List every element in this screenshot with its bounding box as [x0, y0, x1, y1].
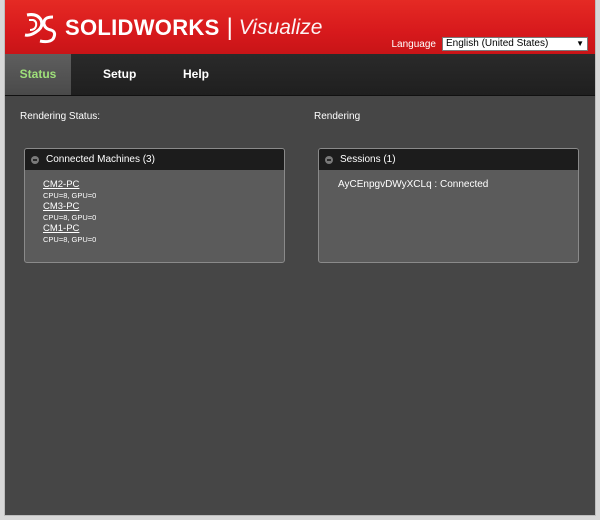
main-nav: Status Setup Help — [5, 54, 595, 96]
list-item: CM2-PC CPU=8, GPU=0 — [43, 180, 284, 202]
collapse-icon[interactable] — [325, 155, 333, 164]
session-list: AyCEnpgvDWyXCLq : Connected — [319, 170, 578, 190]
collapse-icon[interactable] — [31, 155, 39, 164]
machine-info: CPU=8, GPU=0 — [43, 235, 97, 244]
language-selector: Language English (United States) ▼ — [391, 37, 588, 51]
language-label: Language — [391, 38, 437, 50]
machine-info: CPU=8, GPU=0 — [43, 191, 97, 200]
connected-machines-panel: Connected Machines (3) CM2-PC CPU=8, GPU… — [24, 148, 285, 263]
connected-machines-header[interactable]: Connected Machines (3) — [25, 149, 284, 170]
rendering-status-label: Rendering Status: — [20, 111, 101, 122]
product-name: Visualize — [238, 16, 323, 39]
machine-link-cm1[interactable]: CM1-PC — [43, 224, 284, 234]
app-window: SOLIDWORKS | Visualize Language English … — [4, 0, 596, 516]
language-select[interactable]: English (United States) ▼ — [442, 37, 588, 51]
list-item: CM3-PC CPU=8, GPU=0 — [43, 202, 284, 224]
ds-logo-icon — [24, 13, 57, 44]
machine-info: CPU=8, GPU=0 — [43, 213, 97, 222]
panel-title: Connected Machines (3) — [46, 154, 155, 165]
list-item: CM1-PC CPU=8, GPU=0 — [43, 224, 284, 246]
dropdown-arrow-icon: ▼ — [576, 39, 584, 48]
list-item: AyCEnpgvDWyXCLq : Connected — [338, 179, 489, 190]
machine-link-cm2[interactable]: CM2-PC — [43, 180, 284, 190]
tab-setup[interactable]: Setup — [103, 54, 136, 95]
sessions-panel: Sessions (1) AyCEnpgvDWyXCLq : Connected — [318, 148, 579, 263]
logo: SOLIDWORKS | Visualize — [23, 12, 322, 44]
brand-name: SOLIDWORKS — [65, 15, 220, 40]
rendering-label: Rendering — [314, 111, 361, 122]
tab-status[interactable]: Status — [5, 54, 71, 95]
header-bar: SOLIDWORKS | Visualize Language English … — [5, 0, 595, 54]
machine-list: CM2-PC CPU=8, GPU=0 CM3-PC CPU=8, GPU=0 … — [25, 170, 284, 246]
brand-separator: | — [226, 14, 233, 41]
tab-help[interactable]: Help — [183, 54, 209, 95]
panel-title: Sessions (1) — [340, 154, 396, 165]
machine-link-cm3[interactable]: CM3-PC — [43, 202, 284, 212]
language-select-value: English (United States) — [446, 38, 549, 49]
sessions-header[interactable]: Sessions (1) — [319, 149, 578, 170]
